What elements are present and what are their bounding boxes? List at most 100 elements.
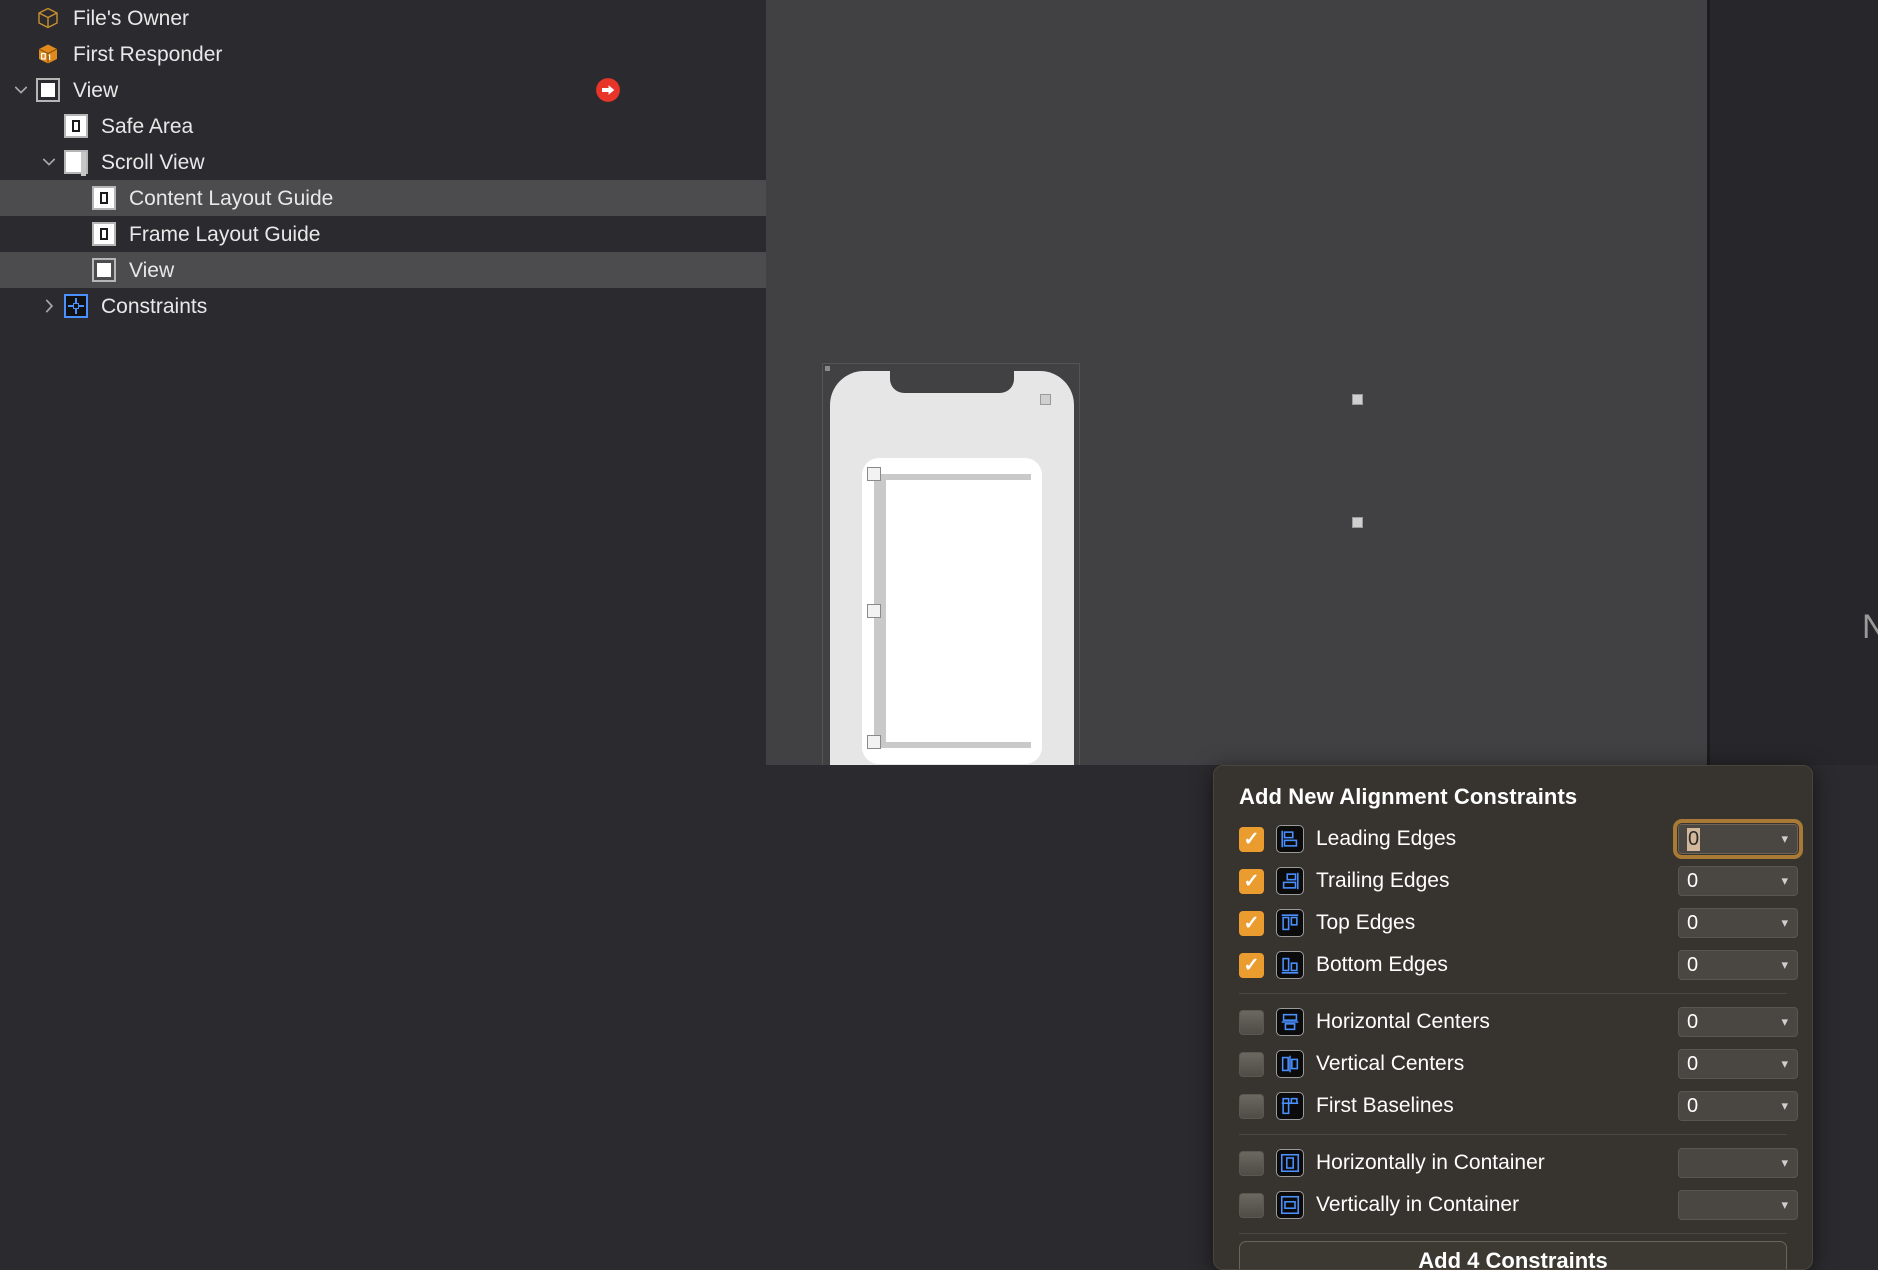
chevron-down-icon[interactable]: ▾ [1781,957,1788,973]
checkbox-vertically-in-container[interactable] [1239,1192,1264,1218]
chevron-down-icon[interactable]: ▾ [1781,1098,1788,1114]
chevron-down-icon[interactable]: ▾ [1781,1014,1788,1030]
canvas-right-gutter [1710,0,1878,765]
selection-handle-top-left[interactable] [867,467,881,481]
constraint-label: Bottom Edges [1316,953,1448,976]
content-guide-top-edge [874,474,1031,480]
constant-field-leading-edges[interactable]: 0 ▾ [1673,819,1803,859]
constraint-row-leading-edges[interactable]: ✓ Leading Edges 0 ▾ [1228,818,1803,860]
outline-row-scroll-view[interactable]: Scroll View [0,144,766,180]
chevron-down-icon[interactable]: ▾ [1781,1056,1788,1072]
outline-row-label: Constraints [101,294,208,318]
outline-row-label: Content Layout Guide [129,186,334,210]
outline-row-content-layout-guide[interactable]: Content Layout Guide [0,180,766,216]
constant-field-vertically-in-container[interactable]: ▾ [1678,1190,1798,1220]
constraint-row-first-baselines[interactable]: First Baselines 0 ▾ [1228,1085,1798,1127]
constraint-row-horizontally-in-container[interactable]: Horizontally in Container ▾ [1228,1142,1798,1184]
constant-field-horizontally-in-container[interactable]: ▾ [1678,1148,1798,1178]
offscreen-label-fragment: N [1862,608,1878,646]
outline-row-label: View [73,78,119,102]
layout-guide-icon [90,220,118,248]
constant-field-vertical-centers[interactable]: 0 ▾ [1678,1049,1798,1079]
outline-row-view[interactable]: View [0,72,766,108]
canvas-selection-handle-1[interactable] [1040,394,1051,405]
constant-value: 0 [1687,911,1699,934]
checkbox-leading-edges[interactable]: ✓ [1239,826,1264,852]
constraint-label: Vertically in Container [1316,1193,1520,1216]
checkbox-bottom-edges[interactable]: ✓ [1239,952,1264,978]
constant-field-first-baselines[interactable]: 0 ▾ [1678,1091,1798,1121]
chevron-down-icon[interactable]: ▾ [1781,831,1788,847]
view-icon [34,76,62,104]
chevron-down-icon[interactable] [36,144,62,180]
scroll-view-preview[interactable] [862,458,1042,764]
align-top-edges-icon [1276,909,1304,937]
popover-groups: ✓ Leading Edges 0 ▾ ✓ Trailing Edges 0 ▾ ✓ Top Ed… [1228,818,1803,1234]
chevron-down-icon[interactable]: ▾ [1781,1197,1788,1213]
constant-field-top-edges[interactable]: 0 ▾ [1678,908,1798,938]
constraint-label: First Baselines [1316,1094,1454,1117]
outline-row-view[interactable]: View [0,252,766,288]
outline-row-safe-area[interactable]: Safe Area [0,108,766,144]
group-divider [1239,993,1787,994]
chevron-down-icon[interactable]: ▾ [1781,915,1788,931]
outline-row-first-responder[interactable]: First Responder [0,36,766,72]
constant-field-horizontal-centers[interactable]: 0 ▾ [1678,1007,1798,1037]
red-arrow-icon[interactable] [595,77,621,103]
cube-icon [34,4,62,32]
add-alignment-constraints-popover: Add New Alignment Constraints ✓ Leading E… [1213,765,1813,1270]
scroll-view-icon [62,148,90,176]
constraint-label: Vertical Centers [1316,1052,1465,1075]
constraint-row-vertically-in-container[interactable]: Vertically in Container ▾ [1228,1184,1798,1226]
document-outline-panel: File's Owner First Responder View Safe Area… [0,0,766,1270]
checkbox-horizontal-centers[interactable] [1239,1009,1264,1035]
align-bottom-edges-icon [1276,951,1304,979]
canvas-selection-handle-3[interactable] [1352,517,1363,528]
checkbox-first-baselines[interactable] [1239,1093,1264,1119]
constraint-row-vertical-centers[interactable]: Vertical Centers 0 ▾ [1228,1043,1798,1085]
interface-builder-canvas[interactable] [766,0,1710,895]
constraint-row-trailing-edges[interactable]: ✓ Trailing Edges 0 ▾ [1228,860,1798,902]
constant-field-bottom-edges[interactable]: 0 ▾ [1678,950,1798,980]
chevron-down-icon[interactable]: ▾ [1781,1155,1788,1171]
outline-tree: File's Owner First Responder View Safe Area… [0,0,766,324]
constraint-label: Horizontally in Container [1316,1151,1545,1174]
outline-row-frame-layout-guide[interactable]: Frame Layout Guide [0,216,766,252]
outline-row-file-s-owner[interactable]: File's Owner [0,0,766,36]
center-horizontally-in-container-icon [1276,1149,1304,1177]
constraint-row-top-edges[interactable]: ✓ Top Edges 0 ▾ [1228,902,1798,944]
layout-guide-icon [90,184,118,212]
constraint-label: Top Edges [1316,911,1416,934]
align-vertical-centers-icon [1276,1050,1304,1078]
chevron-down-icon[interactable]: ▾ [1781,873,1788,889]
device-notch [890,371,1014,393]
constant-value: 0 [1687,827,1701,851]
constraint-row-bottom-edges[interactable]: ✓ Bottom Edges 0 ▾ [1228,944,1798,986]
align-leading-edges-icon [1276,825,1304,853]
constraint-row-horizontal-centers[interactable]: Horizontal Centers 0 ▾ [1228,1001,1798,1043]
align-trailing-edges-icon [1276,867,1304,895]
checkbox-trailing-edges[interactable]: ✓ [1239,868,1264,894]
selection-handle-middle-left[interactable] [867,604,881,618]
checkbox-vertical-centers[interactable] [1239,1051,1264,1077]
add-constraints-button[interactable]: Add 4 Constraints [1239,1241,1787,1269]
chevron-right-icon[interactable] [36,288,62,324]
outline-row-label: File's Owner [73,6,190,30]
checkbox-horizontally-in-container[interactable] [1239,1150,1264,1176]
outline-row-constraints[interactable]: Constraints [0,288,766,324]
canvas-selection-handle-2[interactable] [1352,394,1363,405]
constant-field-trailing-edges[interactable]: 0 ▾ [1678,866,1798,896]
outline-row-label: Scroll View [101,150,205,174]
chevron-down-icon[interactable] [8,72,34,108]
constant-value: 0 [1687,1010,1699,1033]
selection-handle-bottom-left[interactable] [867,735,881,749]
center-vertically-in-container-icon [1276,1191,1304,1219]
checkbox-top-edges[interactable]: ✓ [1239,910,1264,936]
constraint-label: Horizontal Centers [1316,1010,1490,1033]
group-divider [1239,1134,1787,1135]
content-view-preview[interactable] [874,474,1031,748]
